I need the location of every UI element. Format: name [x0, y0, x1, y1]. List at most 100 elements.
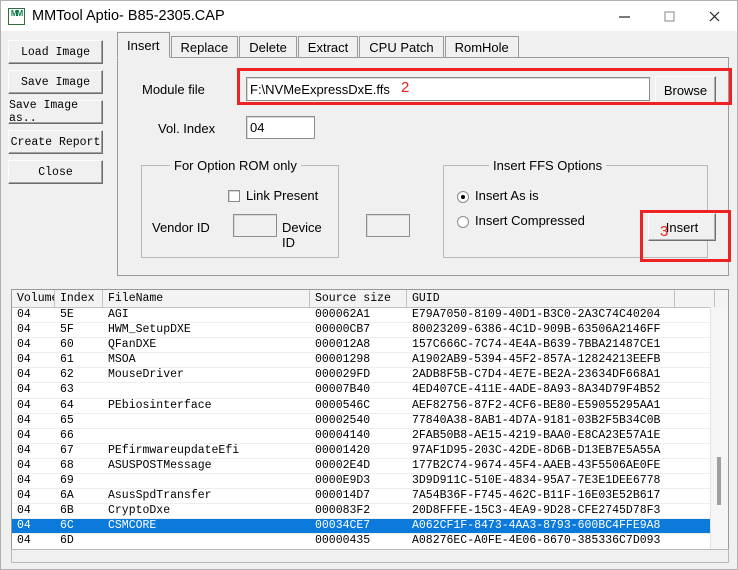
cell-filename: QFanDXE: [108, 338, 157, 352]
cell-volume: 04: [17, 489, 31, 503]
cell-size: 00002540: [315, 413, 371, 427]
cell-guid: A062CF1F-8473-4AA3-8793-600BC4FFE9A8: [412, 519, 661, 533]
insert-compressed-radio[interactable]: [457, 216, 469, 228]
browse-button[interactable]: Browse: [655, 76, 716, 104]
table-row[interactable]: 04 66 00004140 2FAB50B8-AE15-4219-BAA0-E8CA…: [12, 429, 728, 444]
cell-index: 64: [60, 398, 74, 412]
table-row[interactable]: 04 6C CSMCORE 00034CE7 A062CF1F-8473-4AA3-87…: [12, 519, 728, 535]
create-report-button[interactable]: Create Report: [8, 130, 103, 154]
cell-volume: 04: [17, 534, 31, 548]
cell-filename: MouseDriver: [108, 368, 184, 382]
cell-spacer: [675, 308, 715, 322]
tab-replace[interactable]: Replace: [170, 36, 239, 58]
column-header-index[interactable]: Index: [55, 290, 103, 307]
insert-button[interactable]: Insert: [648, 213, 716, 241]
tab-extract[interactable]: Extract: [297, 36, 359, 58]
minimize-icon[interactable]: [602, 1, 647, 31]
cell-filename: PEbiosinterface: [108, 398, 212, 412]
table-row[interactable]: 04 6A AsusSpdTransfer 000014D7 7A54B36F-F745…: [12, 489, 728, 505]
cell-size: 00001298: [315, 353, 371, 367]
table-row[interactable]: 04 5E AGI 000062A1 E79A7050-8109-40D1-B3C0-2…: [12, 308, 728, 324]
cell-filename: [103, 534, 310, 548]
cell-index: 6B: [60, 504, 74, 518]
link-present-checkbox[interactable]: [228, 190, 240, 202]
cell-index: 5E: [60, 308, 74, 321]
table-row[interactable]: 04 5F HWM_SetupDXE 00000CB7 80023209-6386-4C…: [12, 323, 728, 339]
cell-guid: 157C666C-7C74-4E4A-B639-7BBA21487CE1: [412, 338, 661, 352]
cell-volume: 04: [17, 413, 31, 427]
cell-filename: CryptoDxe: [108, 504, 171, 518]
cell-spacer: [675, 414, 715, 428]
close-button[interactable]: Close: [8, 160, 103, 184]
module-list-scroll-thumb[interactable]: [717, 457, 721, 505]
column-header-spacer[interactable]: [675, 290, 715, 307]
tab-delete[interactable]: Delete: [239, 36, 297, 58]
module-file-input[interactable]: F:\NVMeExpressDxE.ffs: [246, 77, 650, 101]
cell-volume: 04: [17, 353, 31, 367]
module-list-body: 04 5E AGI 000062A1 E79A7050-8109-40D1-B3C0-2…: [12, 308, 728, 562]
close-icon[interactable]: [692, 1, 737, 31]
cell-filename: AsusSpdTransfer: [108, 489, 212, 503]
column-header-filename[interactable]: FileName: [103, 290, 310, 307]
insert-as-is-label: Insert As is: [475, 188, 539, 203]
link-present-label: Link Present: [246, 188, 319, 203]
cell-volume: 04: [17, 368, 31, 382]
cell-volume: 04: [17, 519, 31, 533]
table-row[interactable]: 04 6B CryptoDxe 000083F2 20D8FFFE-15C3-4EA9-…: [12, 504, 728, 520]
column-header-guid[interactable]: GUID: [407, 290, 675, 307]
module-list[interactable]: Volume Index FileName Source size GUID 0…: [11, 289, 729, 563]
cell-spacer: [675, 444, 715, 458]
save-image-as-button[interactable]: Save Image as..: [8, 99, 103, 125]
cell-index: 63: [60, 383, 74, 397]
mmtool-window: MM MMTool Aptio- B85-2305.CAP Load Image…: [0, 0, 738, 570]
insert-ffs-options-group-title: Insert FFS Options: [489, 158, 607, 173]
cell-size: 0000E9D3: [315, 474, 371, 488]
window-controls: [602, 1, 737, 31]
save-image-button[interactable]: Save Image: [8, 70, 103, 94]
cell-guid: AEF82756-87F2-4CF6-BE80-E59055295AA1: [412, 398, 661, 412]
option-rom-group-title: For Option ROM only: [170, 158, 301, 173]
table-row[interactable]: 04 61 MSOA 00001298 A1902AB9-5394-45F2-857A-…: [12, 353, 728, 369]
table-row[interactable]: 04 68 ASUSPOSTMessage 00002E4D 177B2C74-9674…: [12, 458, 728, 475]
table-row[interactable]: 04 65 00002540 77840A38-8AB1-4D7A-9181-03B2…: [12, 414, 728, 429]
table-row[interactable]: 04 62 MouseDriver 000029FD 2ADB8F5B-C7D4-4E7…: [12, 368, 728, 384]
load-image-button[interactable]: Load Image: [8, 40, 103, 64]
cell-volume: 04: [17, 308, 31, 321]
cell-guid: 97AF1D95-203C-42DE-8D6B-D13EB7E5A55A: [412, 443, 661, 457]
table-row[interactable]: 04 63 00007B40 4ED407CE-411E-4ADE-8A93-8A34…: [12, 383, 728, 399]
cell-guid: 2FAB50B8-AE15-4219-BAA0-E8CA23E57A1E: [412, 428, 661, 442]
insert-ffs-options-group: Insert FFS Options Insert As is Insert C…: [443, 158, 708, 258]
title-bar: MM MMTool Aptio- B85-2305.CAP: [1, 1, 737, 31]
cell-index: 62: [60, 368, 74, 382]
left-toolbar: Load Image Save Image Save Image as.. Cr…: [1, 31, 111, 281]
cell-guid: 20D8FFFE-15C3-4EA9-9D28-CFE2745D78F3: [412, 504, 661, 518]
cell-index: 5F: [60, 323, 74, 337]
table-row[interactable]: 04 60 QFanDXE 000012A8 157C666C-7C74-4E4A-B6…: [12, 338, 728, 354]
cell-size: 00004140: [315, 428, 371, 442]
table-row[interactable]: 04 67 PEfirmwareupdateEfi 00001420 97AF1D95-…: [12, 444, 728, 459]
table-row[interactable]: 04 6D 00000435 A08276EC-A0FE-4E06-8670-3853…: [12, 534, 728, 550]
tab-insert[interactable]: Insert: [117, 32, 170, 58]
cell-index: 6A: [60, 489, 74, 503]
tab-romhole[interactable]: RomHole: [444, 36, 519, 58]
cell-filename: CSMCORE: [108, 519, 157, 533]
vendor-id-input[interactable]: [233, 214, 277, 237]
cell-guid: 177B2C74-9674-45F4-AAEB-43F5506AE0FE: [412, 458, 661, 472]
cell-spacer: [675, 383, 715, 397]
vol-index-input[interactable]: 04: [246, 116, 315, 139]
device-id-input[interactable]: [366, 214, 410, 237]
module-list-scrollbar[interactable]: [710, 307, 728, 562]
maximize-icon[interactable]: [647, 1, 692, 31]
column-header-source-size[interactable]: Source size: [310, 290, 407, 307]
cell-index: 66: [60, 428, 74, 442]
table-row[interactable]: 04 64 PEbiosinterface 0000546C AEF82756-87F2…: [12, 399, 728, 414]
cell-volume: 04: [17, 458, 31, 472]
insert-as-is-radio[interactable]: [457, 191, 469, 203]
device-id-label: Device ID: [282, 220, 322, 250]
cell-filename: [103, 429, 310, 443]
cell-guid: 77840A38-8AB1-4D7A-9181-03B2F5B34C0B: [412, 413, 661, 427]
tab-cpu-patch[interactable]: CPU Patch: [359, 36, 444, 58]
column-header-volume[interactable]: Volume: [12, 290, 55, 307]
cell-spacer: [675, 429, 715, 443]
table-row[interactable]: 04 69 0000E9D3 3D9D911C-510E-4834-95A7-7E3E…: [12, 474, 728, 490]
